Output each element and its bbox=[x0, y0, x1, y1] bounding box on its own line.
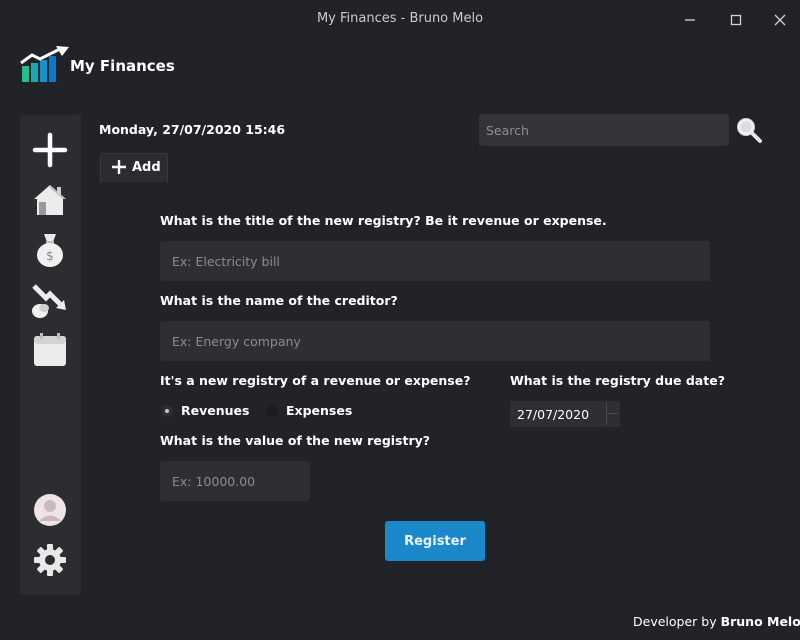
finance-chart-logo-icon bbox=[20, 46, 69, 82]
radio-unselected-indicator bbox=[266, 405, 278, 417]
sidebar: $ bbox=[20, 115, 81, 595]
search-input[interactable] bbox=[479, 114, 729, 146]
tab-add-label: Add bbox=[132, 160, 161, 175]
due-date-value: 27/07/2020 bbox=[517, 407, 590, 422]
date-spinner[interactable] bbox=[606, 403, 618, 425]
footer-author: Bruno Melo. bbox=[720, 614, 800, 629]
radio-selected-indicator bbox=[161, 405, 173, 417]
gear-icon[interactable] bbox=[30, 540, 70, 580]
title-input[interactable] bbox=[160, 241, 710, 281]
type-question: It's a new registry of a revenue or expe… bbox=[160, 373, 471, 388]
maximize-icon[interactable] bbox=[726, 10, 746, 30]
radio-revenues-label: Revenues bbox=[181, 403, 250, 418]
value-input[interactable] bbox=[160, 461, 310, 501]
money-bag-icon[interactable]: $ bbox=[30, 230, 70, 270]
home-icon[interactable] bbox=[30, 180, 70, 220]
title-bar: My Finances - Bruno Melo bbox=[0, 0, 800, 40]
value-question: What is the value of the new registry? bbox=[160, 433, 431, 448]
footer-credit: Developer by Bruno Melo. bbox=[633, 614, 800, 629]
creditor-input[interactable] bbox=[160, 321, 710, 361]
svg-text:$: $ bbox=[46, 249, 54, 263]
close-icon[interactable] bbox=[770, 10, 790, 30]
creditor-question: What is the name of the creditor? bbox=[160, 293, 398, 308]
current-datetime: Monday, 27/07/2020 15:46 bbox=[99, 122, 286, 137]
plus-icon bbox=[112, 160, 126, 174]
plus-icon[interactable] bbox=[30, 130, 70, 170]
title-question: What is the title of the new registry? B… bbox=[160, 213, 607, 228]
expense-chart-icon[interactable] bbox=[30, 280, 70, 320]
search-icon[interactable] bbox=[735, 116, 763, 144]
brand-name: My Finances bbox=[70, 57, 175, 75]
register-button[interactable]: Register bbox=[385, 521, 485, 561]
due-date-question: What is the registry due date? bbox=[510, 373, 725, 388]
user-avatar-icon[interactable] bbox=[30, 490, 70, 530]
minimize-icon[interactable] bbox=[680, 10, 700, 30]
radio-expenses-label: Expenses bbox=[286, 403, 353, 418]
tab-add[interactable]: Add bbox=[100, 153, 168, 182]
due-date-input[interactable]: 27/07/2020 bbox=[510, 401, 620, 427]
calendar-icon[interactable] bbox=[30, 330, 70, 370]
footer-prefix: Developer by bbox=[633, 614, 717, 629]
